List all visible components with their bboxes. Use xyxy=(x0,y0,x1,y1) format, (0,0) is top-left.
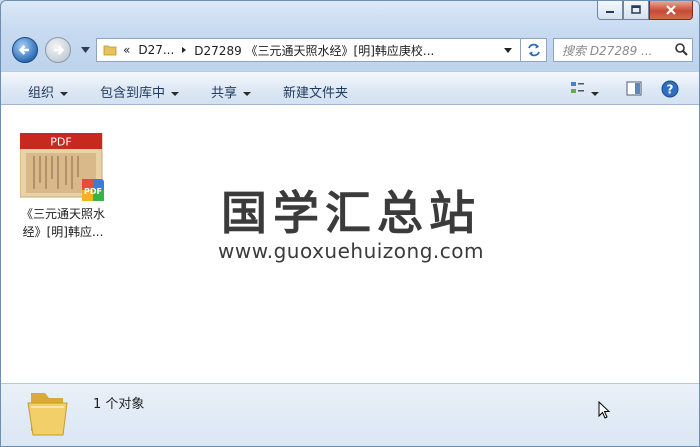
address-bar[interactable]: « D27... D27289 《三元通天照水经》[明]韩应庚校... xyxy=(96,38,521,62)
refresh-icon xyxy=(527,43,540,57)
dropdown-arrow-icon xyxy=(243,91,252,96)
close-icon xyxy=(666,5,676,15)
new-folder-label: 新建文件夹 xyxy=(283,86,349,101)
preview-pane-icon xyxy=(626,81,642,96)
search-box[interactable]: 搜索 D27289 ... xyxy=(553,38,693,62)
pdf-badge-label: PDF xyxy=(84,187,102,196)
search-input[interactable]: 搜索 D27289 ... xyxy=(554,42,672,59)
watermark-title: 国学汇总站 xyxy=(221,186,481,240)
dropdown-arrow-icon xyxy=(591,91,599,96)
address-crumb-current[interactable]: D27289 《三元通天照水经》[明]韩应庚校... xyxy=(194,42,434,59)
organize-button[interactable]: 组织 xyxy=(28,82,69,101)
include-in-library-label: 包含到库中 xyxy=(100,86,166,101)
address-crumb-parent[interactable]: D27... xyxy=(138,43,174,57)
dropdown-arrow-icon xyxy=(171,91,180,96)
view-dropdown[interactable] xyxy=(591,86,599,101)
chevron-right-icon[interactable] xyxy=(174,45,194,55)
explorer-window: « D27... D27289 《三元通天照水经》[明]韩应庚校... 搜索 D… xyxy=(0,0,700,447)
forward-button[interactable] xyxy=(45,37,71,63)
share-label: 共享 xyxy=(211,86,238,101)
change-view-button[interactable] xyxy=(570,80,586,100)
folder-icon xyxy=(27,393,68,436)
mouse-cursor-icon xyxy=(598,401,611,419)
address-overflow[interactable]: « xyxy=(123,43,130,57)
preview-pane-button[interactable] xyxy=(626,81,642,101)
folder-icon xyxy=(103,45,117,56)
view-options-icon xyxy=(571,82,584,93)
file-name-line-1: 《三元通天照水 xyxy=(20,207,105,221)
new-folder-button[interactable]: 新建文件夹 xyxy=(283,82,348,101)
command-bar: 组织 包含到库中 共享 新建文件夹 ? xyxy=(1,71,699,105)
file-list[interactable]: PDF PDF 《三元通天照水 经》[明]韩应... 国学汇总站 www.guo… xyxy=(1,105,699,383)
arrow-left-icon xyxy=(18,45,29,55)
file-name-line-2: 经》[明]韩应... xyxy=(22,225,104,239)
svg-text:?: ? xyxy=(667,83,674,97)
item-count: 1 个对象 xyxy=(93,397,145,412)
recent-pages-dropdown[interactable] xyxy=(81,46,90,54)
refresh-button[interactable] xyxy=(521,38,547,62)
organize-label: 组织 xyxy=(28,86,55,101)
help-button[interactable]: ? xyxy=(661,80,679,102)
address-dropdown-icon[interactable] xyxy=(500,45,516,55)
minimize-icon xyxy=(606,11,614,13)
maximize-button[interactable] xyxy=(623,1,649,20)
minimize-button[interactable] xyxy=(597,1,623,20)
watermark-url: www.guoxuehuizong.com xyxy=(218,239,484,263)
details-pane: 1 个对象 xyxy=(1,383,699,446)
help-icon: ? xyxy=(661,80,679,98)
maximize-icon xyxy=(631,5,641,14)
arrow-right-icon xyxy=(54,45,65,55)
pdf-label: PDF xyxy=(50,136,71,149)
include-in-library-button[interactable]: 包含到库中 xyxy=(100,82,180,101)
close-button[interactable] xyxy=(649,1,693,20)
back-button[interactable] xyxy=(12,37,38,63)
share-button[interactable]: 共享 xyxy=(211,82,252,101)
pdf-file-icon: PDF PDF xyxy=(20,133,104,201)
file-name[interactable]: 《三元通天照水 经》[明]韩应... xyxy=(15,205,111,241)
search-icon[interactable] xyxy=(672,42,692,58)
caption-buttons xyxy=(597,1,693,20)
dropdown-arrow-icon xyxy=(60,91,69,96)
